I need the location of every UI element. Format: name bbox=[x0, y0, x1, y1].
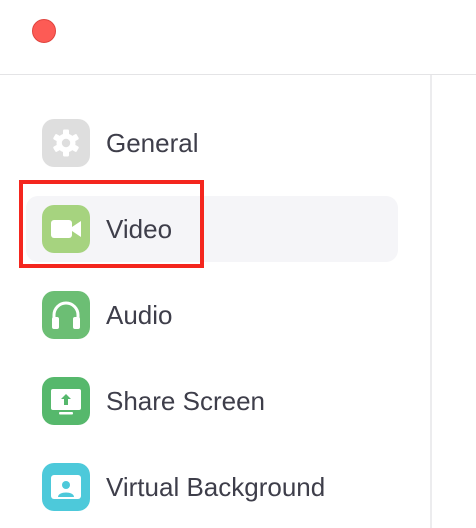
sidebar-item-label: Share Screen bbox=[106, 386, 265, 416]
person-background-icon bbox=[42, 463, 90, 511]
sidebar-item-label: General bbox=[106, 128, 199, 158]
sidebar-item-label: Virtual Background bbox=[106, 472, 326, 502]
sidebar-item-share-screen[interactable]: Share Screen bbox=[26, 368, 398, 434]
sidebar-item-virtual-background[interactable]: Virtual Background bbox=[26, 454, 398, 520]
headphones-icon bbox=[42, 291, 90, 339]
close-window-button[interactable] bbox=[32, 19, 56, 43]
sidebar-item-label: Video bbox=[106, 214, 173, 244]
video-camera-icon bbox=[42, 205, 90, 253]
title-bar bbox=[0, 0, 476, 75]
settings-sidebar: General Video Audio Share Screen Virtual… bbox=[0, 75, 430, 528]
sidebar-item-general[interactable]: General bbox=[26, 110, 398, 176]
sidebar-item-audio[interactable]: Audio bbox=[26, 282, 398, 348]
gear-icon bbox=[42, 119, 90, 167]
share-screen-icon bbox=[42, 377, 90, 425]
sidebar-divider bbox=[430, 75, 432, 528]
sidebar-item-video[interactable]: Video bbox=[26, 196, 398, 262]
sidebar-item-label: Audio bbox=[106, 300, 173, 330]
